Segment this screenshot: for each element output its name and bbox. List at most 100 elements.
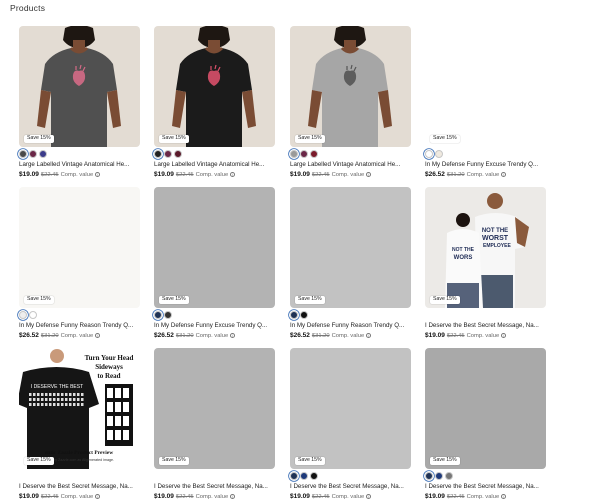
- product-image[interactable]: Save 15%: [290, 348, 411, 469]
- sale-price: $19.09: [19, 171, 39, 178]
- product-title[interactable]: I Deserve the Best Secret Message, Na...: [290, 483, 411, 490]
- info-icon[interactable]: i: [366, 172, 372, 177]
- sale-price: $19.09: [290, 493, 310, 500]
- product-card[interactable]: Save 15% I Deserve the Best Secret Messa…: [290, 348, 411, 500]
- color-swatch[interactable]: [310, 150, 318, 158]
- color-swatch[interactable]: [300, 150, 308, 158]
- discount-badge: Save 15%: [159, 456, 189, 465]
- product-image[interactable]: Save 15%: [154, 187, 275, 308]
- color-swatch[interactable]: [19, 150, 27, 158]
- product-image[interactable]: Save 15%: [425, 26, 546, 147]
- comp-value-label: Comp. value: [60, 332, 94, 339]
- info-icon[interactable]: i: [230, 172, 236, 177]
- discount-badge: Save 15%: [430, 456, 460, 465]
- color-swatch[interactable]: [29, 311, 37, 319]
- info-icon[interactable]: i: [95, 333, 101, 338]
- discount-badge: Save 15%: [430, 295, 460, 304]
- svg-text:WORST: WORST: [482, 235, 509, 242]
- color-swatches: [154, 311, 172, 319]
- sale-price: $19.09: [154, 493, 174, 500]
- color-swatch[interactable]: [164, 150, 172, 158]
- product-card[interactable]: NOT THE WORST EMPLOYEE NOT THE WORS Save…: [425, 187, 546, 345]
- discount-badge: Save 15%: [24, 456, 54, 465]
- product-image[interactable]: Save 15%: [425, 348, 546, 469]
- product-card[interactable]: Save 15% In My Defense Funny Reason Tren…: [19, 187, 140, 345]
- sale-price: $26.52: [425, 171, 445, 178]
- product-card[interactable]: Save 15% In My Defense Funny Excuse Tren…: [425, 26, 546, 184]
- product-card[interactable]: Save 15% I Deserve the Best Secret Messa…: [425, 348, 546, 500]
- info-icon[interactable]: i: [95, 172, 101, 177]
- svg-text:I DESERVE THE BEST: I DESERVE THE BEST: [31, 384, 83, 390]
- original-price: $22.45: [40, 171, 59, 178]
- info-icon[interactable]: i: [366, 333, 372, 338]
- product-title[interactable]: I Deserve the Best Secret Message, Na...: [19, 483, 140, 490]
- product-title[interactable]: I Deserve the Best Secret Message, Na...: [154, 483, 275, 490]
- color-swatch[interactable]: [425, 472, 433, 480]
- product-card[interactable]: I DESERVE THE BEST Turn Your Head Sidewa…: [19, 348, 140, 500]
- color-swatch[interactable]: [174, 150, 182, 158]
- info-icon[interactable]: i: [501, 172, 507, 177]
- product-image[interactable]: Save 15%: [154, 26, 275, 147]
- color-swatch[interactable]: [290, 150, 298, 158]
- price-row: $19.09 $22.45 Comp. value i: [425, 332, 507, 339]
- color-swatch[interactable]: [445, 472, 453, 480]
- comp-value-label: Comp. value: [195, 332, 229, 339]
- discount-badge: Save 15%: [295, 134, 325, 143]
- comp-value-label: Comp. value: [331, 332, 365, 339]
- product-title[interactable]: In My Defense Funny Excuse Trendy Q...: [425, 161, 546, 168]
- product-image[interactable]: Save 15%: [290, 26, 411, 147]
- color-swatch[interactable]: [154, 150, 162, 158]
- product-card[interactable]: Save 15% In My Defense Funny Excuse Tren…: [154, 187, 275, 345]
- original-price: $22.45: [40, 493, 59, 500]
- color-swatch[interactable]: [425, 150, 433, 158]
- color-swatch[interactable]: [19, 311, 27, 319]
- price-row: $26.52 $31.20 Comp. value i: [154, 332, 236, 339]
- color-swatches: [425, 472, 453, 480]
- product-card[interactable]: Save 15% I Deserve the Best Secret Messa…: [154, 348, 275, 500]
- color-swatch[interactable]: [435, 472, 443, 480]
- svg-text:EMPLOYEE: EMPLOYEE: [483, 243, 511, 249]
- color-swatch[interactable]: [290, 311, 298, 319]
- product-title[interactable]: In My Defense Funny Reason Trendy Q...: [290, 322, 411, 329]
- product-image[interactable]: Save 15%: [290, 187, 411, 308]
- product-title[interactable]: Large Labelled Vintage Anatomical He...: [19, 161, 140, 168]
- price-row: $19.09 $22.45 Comp. value i: [290, 493, 372, 500]
- product-card[interactable]: Save 15% Large Labelled Vintage Anatomic…: [19, 26, 140, 184]
- color-swatch[interactable]: [290, 472, 298, 480]
- product-title[interactable]: I Deserve the Best Secret Message, Na...: [425, 483, 546, 490]
- product-image[interactable]: I DESERVE THE BEST Turn Your Head Sidewa…: [19, 348, 140, 469]
- product-image[interactable]: Save 15%: [19, 187, 140, 308]
- product-card[interactable]: Save 15% In My Defense Funny Reason Tren…: [290, 187, 411, 345]
- original-price: $31.20: [446, 171, 465, 178]
- product-title[interactable]: In My Defense Funny Excuse Trendy Q...: [154, 322, 275, 329]
- product-title[interactable]: I Deserve the Best Secret Message, Na...: [425, 322, 546, 329]
- product-title[interactable]: Large Labelled Vintage Anatomical He...: [290, 161, 411, 168]
- comp-value-label: Comp. value: [195, 171, 229, 178]
- info-icon[interactable]: i: [230, 494, 236, 499]
- color-swatch[interactable]: [300, 472, 308, 480]
- product-card[interactable]: Save 15% Large Labelled Vintage Anatomic…: [290, 26, 411, 184]
- color-swatch[interactable]: [435, 150, 443, 158]
- product-image[interactable]: Save 15%: [154, 348, 275, 469]
- product-title[interactable]: Large Labelled Vintage Anatomical He...: [154, 161, 275, 168]
- color-swatch[interactable]: [300, 311, 308, 319]
- section-title: Products: [10, 3, 46, 13]
- color-swatch[interactable]: [29, 150, 37, 158]
- info-icon[interactable]: i: [501, 333, 507, 338]
- color-swatches: [19, 311, 37, 319]
- product-image[interactable]: NOT THE WORST EMPLOYEE NOT THE WORS Save…: [425, 187, 546, 308]
- info-icon[interactable]: i: [366, 494, 372, 499]
- info-icon[interactable]: i: [95, 494, 101, 499]
- price-row: $19.09 $22.45 Comp. value i: [425, 493, 507, 500]
- info-icon[interactable]: i: [501, 494, 507, 499]
- discount-badge: Save 15%: [159, 134, 189, 143]
- color-swatch[interactable]: [164, 311, 172, 319]
- color-swatch[interactable]: [310, 472, 318, 480]
- info-icon[interactable]: i: [230, 333, 236, 338]
- product-title[interactable]: In My Defense Funny Reason Trendy Q...: [19, 322, 140, 329]
- product-image[interactable]: Save 15%: [19, 26, 140, 147]
- svg-text:to Read: to Read: [97, 372, 120, 380]
- product-card[interactable]: Save 15% Large Labelled Vintage Anatomic…: [154, 26, 275, 184]
- color-swatch[interactable]: [39, 150, 47, 158]
- color-swatch[interactable]: [154, 311, 162, 319]
